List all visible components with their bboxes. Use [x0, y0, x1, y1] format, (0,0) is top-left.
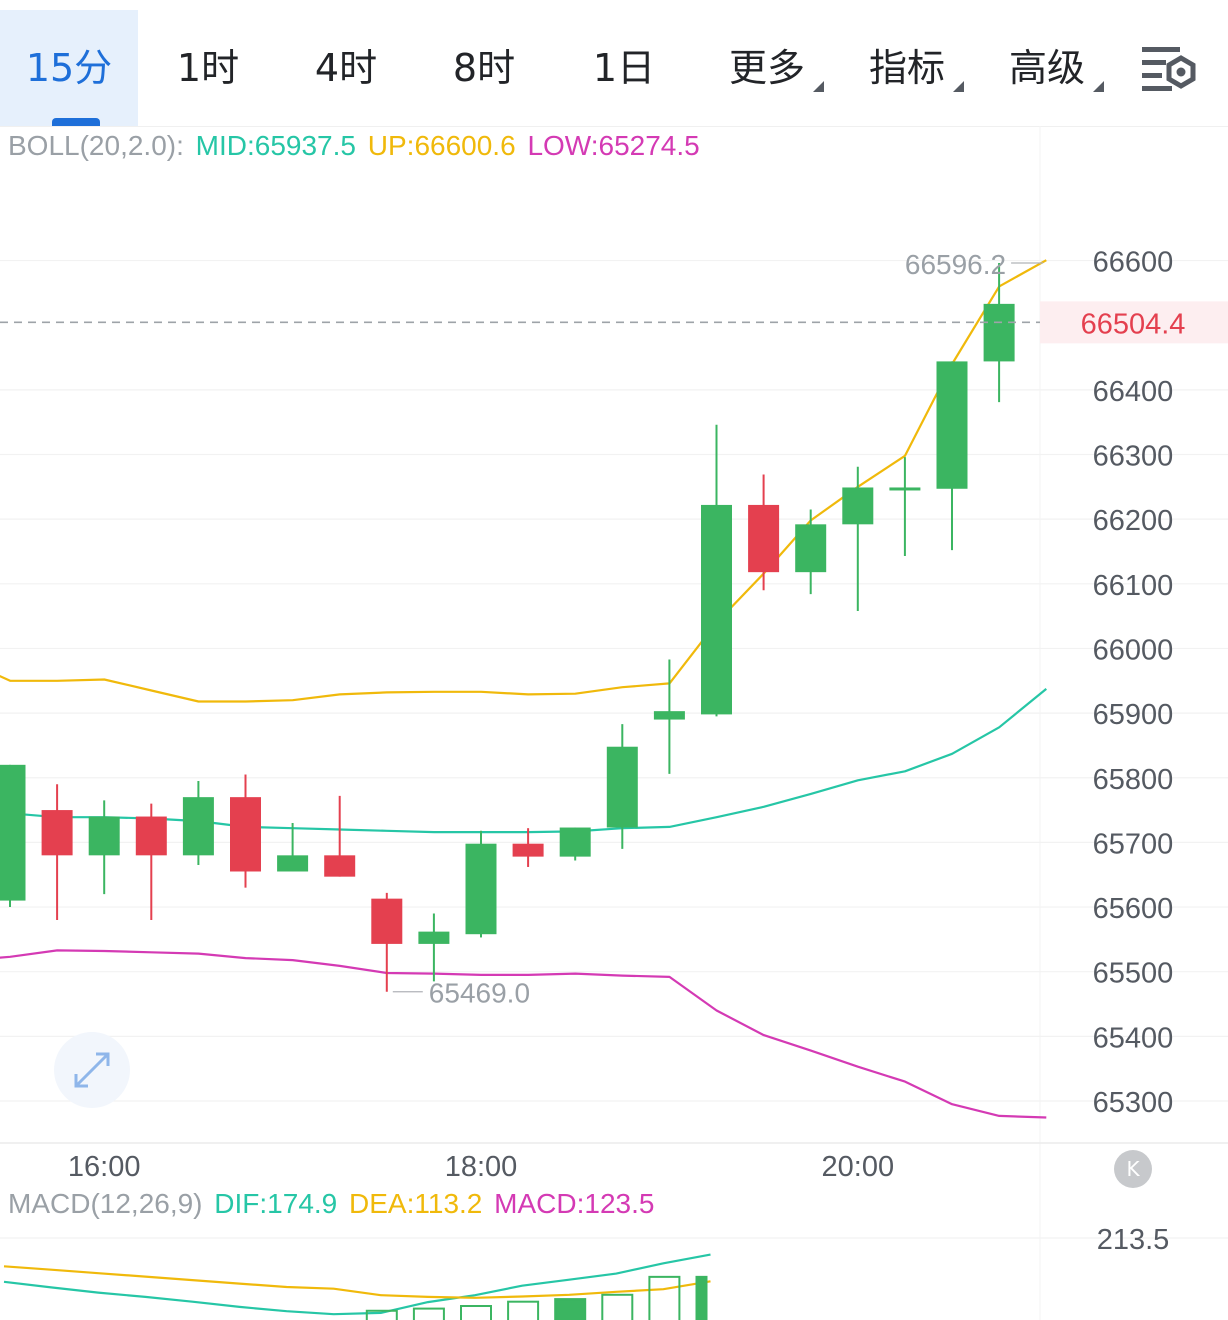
candle [748, 474, 780, 591]
y-axis-tick-label: 65700 [1093, 828, 1174, 860]
candle [41, 784, 73, 920]
candle-body [701, 504, 732, 715]
candle-body [41, 810, 73, 856]
candle-body [418, 931, 450, 944]
candle [559, 827, 591, 861]
y-axis-tick-label: 65800 [1093, 764, 1174, 796]
expand-chart-button[interactable] [54, 1032, 130, 1108]
macd-bar [695, 1275, 708, 1320]
candle-body [277, 855, 309, 872]
candle-body [936, 361, 968, 489]
macd-bar [507, 1300, 540, 1320]
candle [371, 892, 403, 992]
candle-body [324, 855, 356, 877]
candle-body [371, 898, 403, 944]
candle-body [795, 524, 827, 573]
candle [0, 764, 26, 908]
boll-mid-line [0, 688, 1047, 834]
boll-upper-line [0, 259, 1047, 703]
boll-lower-line [0, 949, 1047, 1119]
candle [795, 509, 827, 595]
y-axis-tick-label: 66000 [1093, 634, 1174, 666]
candle-body [559, 827, 591, 857]
x-axis-tick-label: 20:00 [822, 1151, 895, 1183]
candle-body [842, 487, 874, 525]
x-axis-tick-label: 18:00 [445, 1151, 518, 1183]
candle [889, 457, 921, 557]
candle-body [182, 797, 214, 856]
candle [936, 361, 968, 551]
candle-body [748, 504, 780, 573]
macd-dif-line [3, 1253, 711, 1316]
candle [983, 263, 1015, 403]
candle-body [0, 764, 26, 901]
candle [324, 795, 356, 877]
y-axis-tick-label: 66300 [1093, 441, 1174, 473]
candle [135, 803, 167, 920]
candle [653, 659, 685, 774]
candle-body [88, 816, 120, 856]
y-axis-tick-label: 66100 [1093, 570, 1174, 602]
y-axis-tick-label: 66600 [1093, 247, 1174, 279]
candle-body [889, 487, 921, 491]
high-price-label: 66596.2 [905, 249, 1006, 280]
candle [277, 823, 309, 872]
candle [842, 466, 874, 611]
macd-bar [554, 1298, 587, 1320]
y-axis-tick-label: 65900 [1093, 699, 1174, 731]
price-chart[interactable]: 66600 66400 66300 66200 66100 66000 65900 65800… [0, 0, 1228, 1320]
y-axis-tick-label: 65600 [1093, 893, 1174, 925]
candle [465, 830, 497, 938]
candle [182, 780, 214, 866]
current-price-tag: 66504.4 [1081, 308, 1186, 340]
candle-body [135, 816, 167, 856]
y-axis-tick-label: 65400 [1093, 1022, 1174, 1054]
macd-bar [601, 1293, 634, 1320]
candle [606, 724, 638, 849]
candle-body [230, 797, 261, 872]
candle-body [653, 711, 685, 720]
macd-bar [460, 1305, 492, 1320]
y-axis-tick-label: 65500 [1093, 958, 1174, 990]
candle-body [512, 843, 544, 857]
candle [512, 828, 544, 867]
expand-arrows-icon [74, 1052, 110, 1088]
collapse-button[interactable]: K [1114, 1150, 1152, 1188]
x-axis-tick-label: 16:00 [68, 1151, 141, 1183]
candle-body [606, 746, 638, 828]
macd-bar [412, 1307, 445, 1320]
candle [88, 800, 120, 895]
candle [230, 774, 261, 888]
candle-body [983, 303, 1015, 362]
macd-y-tick-label: 213.5 [1097, 1224, 1170, 1256]
y-axis-tick-label: 66200 [1093, 505, 1174, 537]
macd-bar [648, 1275, 681, 1320]
low-price-label: 65469.0 [429, 978, 530, 1009]
y-axis-tick-label: 65300 [1093, 1087, 1174, 1119]
candle-body [465, 843, 497, 935]
y-axis-tick-label: 66400 [1093, 376, 1174, 408]
candle [701, 424, 732, 717]
